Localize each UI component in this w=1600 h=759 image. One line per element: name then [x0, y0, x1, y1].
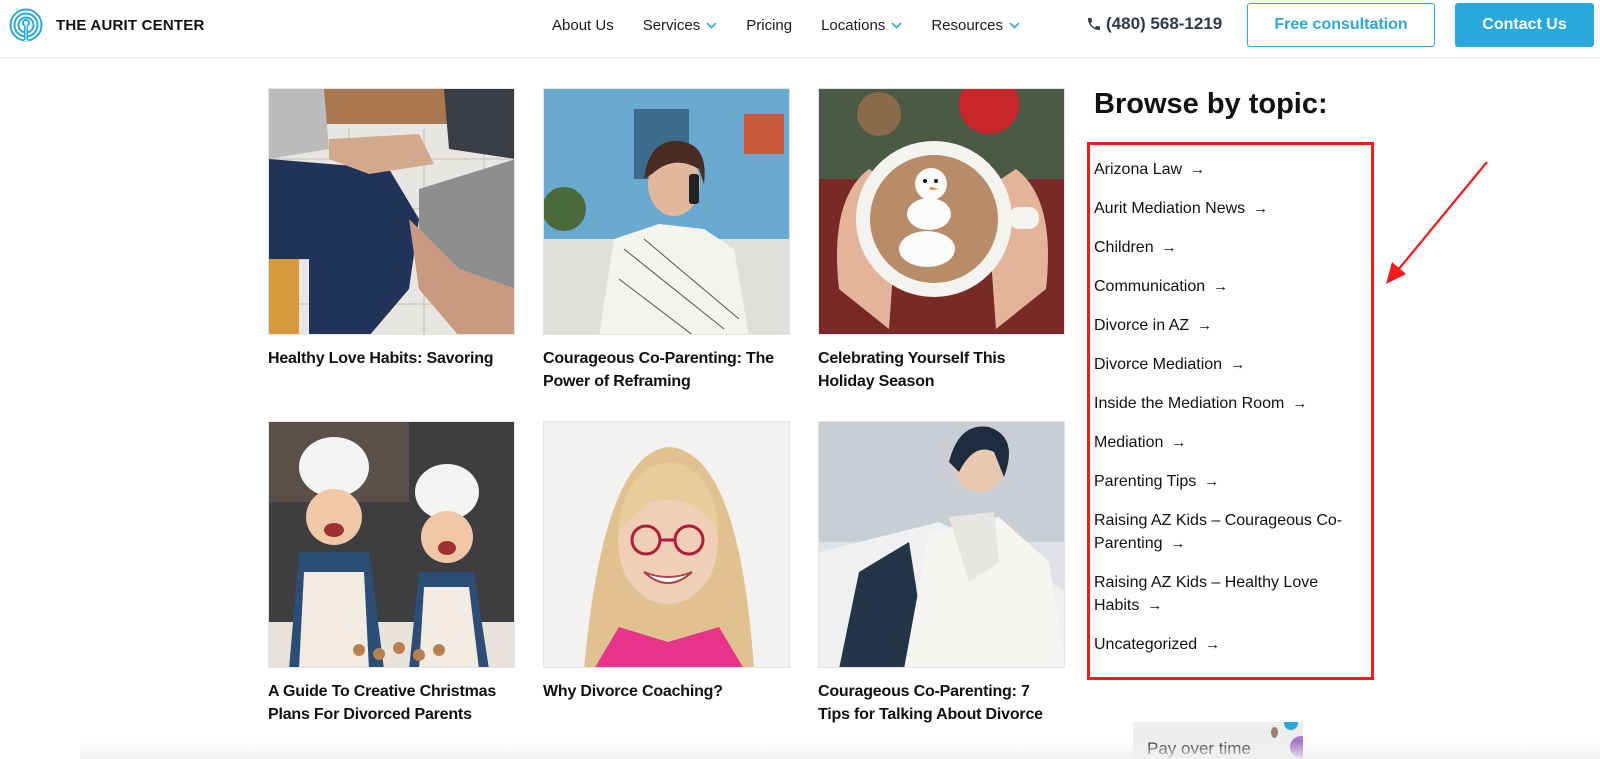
topic-label: Raising AZ Kids – Courageous Co-Parentin… [1094, 512, 1343, 552]
chevron-down-icon [1009, 21, 1020, 29]
topic-label: Mediation [1094, 434, 1164, 451]
topic-link[interactable]: Inside the Mediation Room → [1094, 392, 1364, 415]
nav-pricing[interactable]: Pricing [746, 17, 792, 34]
post-card[interactable]: Courageous Co-Parenting: The Power of Re… [543, 88, 790, 393]
arrow-right-icon: → [1161, 239, 1177, 256]
post-title[interactable]: Celebrating Yourself This Holiday Season [818, 347, 1065, 393]
contact-us-button[interactable]: Contact Us [1455, 3, 1594, 47]
post-card[interactable]: Celebrating Yourself This Holiday Season [818, 88, 1065, 393]
topic-link[interactable]: Mediation → [1094, 431, 1364, 454]
topic-link[interactable]: Raising AZ Kids – Courageous Co-Parentin… [1094, 509, 1364, 555]
nav-label: Locations [821, 16, 886, 34]
topic-label: Inside the Mediation Room [1094, 395, 1285, 412]
decorative-blob [1290, 736, 1303, 758]
topic-label: Children [1094, 239, 1154, 256]
arrow-right-icon: → [1197, 317, 1213, 334]
nav-label: Services [642, 16, 701, 34]
topic-link[interactable]: Aurit Mediation News → [1094, 197, 1364, 220]
post-title[interactable]: A Guide To Creative Christmas Plans For … [268, 680, 515, 726]
bottom-fade [80, 742, 1600, 759]
decorative-blob [1284, 722, 1298, 730]
post-card[interactable]: Courageous Co-Parenting: 7 Tips for Talk… [818, 421, 1065, 726]
topic-link[interactable]: Divorce Mediation → [1094, 353, 1364, 376]
topic-link[interactable]: Uncategorized → [1094, 633, 1364, 656]
decorative-blob [1271, 727, 1278, 738]
topic-label: Raising AZ Kids – Healthy Love Habits [1094, 574, 1319, 614]
annotation-arrow-icon [1386, 161, 1488, 284]
post-thumbnail-kids-baking[interactable] [268, 421, 515, 668]
post-card[interactable]: A Guide To Creative Christmas Plans For … [268, 421, 515, 726]
nav-locations[interactable]: Locations [821, 17, 902, 34]
post-thumbnail-smiling-woman-portrait[interactable] [543, 421, 790, 668]
arrow-right-icon: → [1170, 535, 1186, 552]
arrow-right-icon: → [1205, 636, 1221, 653]
topic-list: Arizona Law → Aurit Mediation News → Childre… [1094, 158, 1364, 672]
nav-services[interactable]: Services [643, 17, 718, 34]
arrow-right-icon: → [1204, 473, 1220, 490]
topic-link[interactable]: Communication → [1094, 275, 1364, 298]
labyrinth-logo-icon [9, 8, 43, 42]
post-thumbnail-couple-holding-hands[interactable] [268, 88, 515, 335]
topic-label: Divorce Mediation [1094, 356, 1223, 373]
post-card[interactable]: Healthy Love Habits: Savoring [268, 88, 515, 370]
topic-link[interactable]: Arizona Law → [1094, 158, 1364, 181]
logo[interactable]: THE AURIT CENTER [9, 8, 204, 42]
topic-label: Arizona Law [1094, 161, 1183, 178]
post-title[interactable]: Why Divorce Coaching? [543, 680, 790, 703]
arrow-right-icon: → [1147, 597, 1163, 614]
post-title[interactable]: Healthy Love Habits: Savoring [268, 347, 515, 370]
topic-link[interactable]: Parenting Tips → [1094, 470, 1364, 493]
nav-label: About Us [552, 16, 614, 34]
pay-over-time-card[interactable]: Pay over time [1133, 722, 1303, 759]
topic-link[interactable]: Raising AZ Kids – Healthy Love Habits → [1094, 571, 1364, 617]
nav-about-us[interactable]: About Us [552, 17, 614, 34]
arrow-right-icon: → [1213, 278, 1229, 295]
post-title[interactable]: Courageous Co-Parenting: The Power of Re… [543, 347, 790, 393]
phone-icon [1088, 18, 1100, 30]
chevron-down-icon [706, 21, 717, 29]
site-header: THE AURIT CENTER About Us Services Prici… [0, 0, 1600, 58]
arrow-right-icon: → [1190, 161, 1206, 178]
nav-resources[interactable]: Resources [931, 17, 1020, 34]
topic-label: Aurit Mediation News [1094, 200, 1246, 217]
topic-label: Communication [1094, 278, 1206, 295]
post-thumbnail-couple-conversation[interactable] [818, 421, 1065, 668]
topic-link[interactable]: Divorce in AZ → [1094, 314, 1364, 337]
phone-number: (480) 568-1219 [1106, 14, 1223, 33]
topic-link[interactable]: Children → [1094, 236, 1364, 259]
brand-name: THE AURIT CENTER [56, 16, 205, 34]
phone-link[interactable]: (480) 568-1219 [1086, 14, 1222, 34]
post-title[interactable]: Courageous Co-Parenting: 7 Tips for Talk… [818, 680, 1065, 726]
arrow-right-icon: → [1253, 200, 1269, 217]
arrow-right-icon: → [1171, 434, 1187, 451]
post-thumbnail-snowman-hot-cocoa[interactable] [818, 88, 1065, 335]
topic-label: Uncategorized [1094, 636, 1198, 653]
pay-over-time-label: Pay over time [1147, 739, 1251, 758]
arrow-right-icon: → [1230, 356, 1246, 373]
arrow-right-icon: → [1292, 395, 1308, 412]
nav-label: Pricing [746, 16, 793, 34]
free-consultation-button[interactable]: Free consultation [1247, 3, 1435, 47]
chevron-down-icon [891, 21, 902, 29]
topic-label: Divorce in AZ [1094, 317, 1190, 334]
post-card[interactable]: Why Divorce Coaching? [543, 421, 790, 703]
browse-by-topic-heading: Browse by topic: [1094, 88, 1328, 120]
nav-label: Resources [931, 16, 1004, 34]
main-nav: About Us Services Pricing Locations Reso… [552, 0, 1049, 50]
topic-label: Parenting Tips [1094, 473, 1197, 490]
post-thumbnail-woman-on-phone[interactable] [543, 88, 790, 335]
